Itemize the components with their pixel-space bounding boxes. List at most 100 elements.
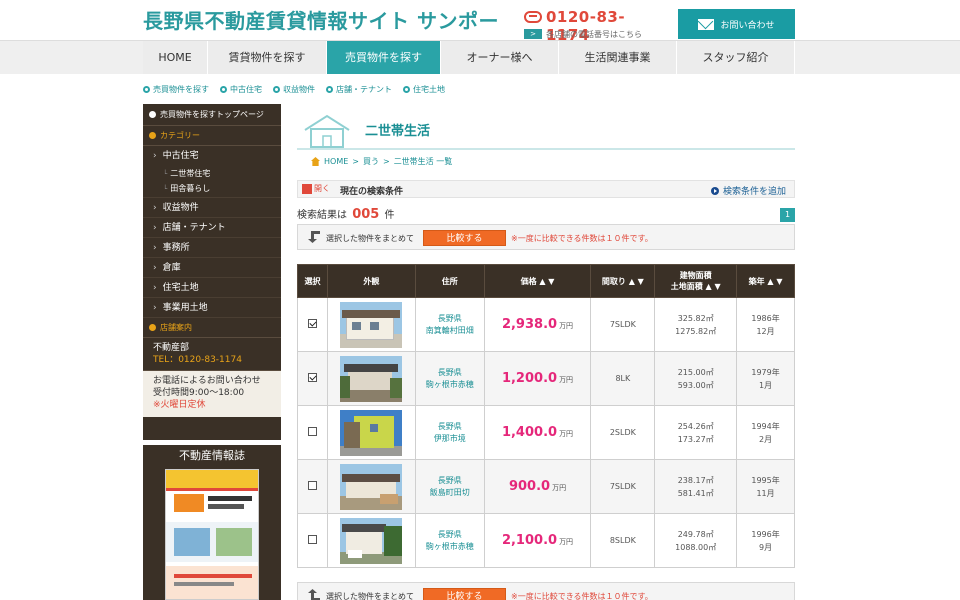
header-price-sort[interactable]: 価格 ▲ ▼ xyxy=(483,264,592,298)
row-checkbox[interactable] xyxy=(307,319,317,328)
subnav-sale[interactable]: 売買物件を探す xyxy=(143,83,209,95)
built-month: 12月 xyxy=(756,326,775,336)
property-photo[interactable] xyxy=(340,409,403,456)
nav-home[interactable]: HOME xyxy=(143,41,208,74)
building-area: 254.26㎡ xyxy=(677,421,714,431)
breadcrumb-home[interactable]: HOME xyxy=(324,157,348,166)
results-table: 選択 外観 住所 価格 ▲ ▼ 間取り ▲ ▼ 建物面積 土地面積 ▲ ▼ 築年… xyxy=(297,264,795,568)
sidebar-item-business-land[interactable]: 事業用土地 xyxy=(143,298,281,318)
header-address: 住所 xyxy=(414,264,485,298)
bullet-icon xyxy=(149,324,156,331)
search-condition-bar: 開く 現在の検索条件 検索条件を追加 xyxy=(297,180,795,198)
price-value: 2,100.0 xyxy=(501,533,558,548)
house-icon xyxy=(304,114,350,148)
address-city[interactable]: 南箕輪村田畑 xyxy=(416,325,484,337)
main-nav: HOME 賃貸物件を探す 売買物件を探す オーナー様へ 生活関連事業 スタッフ紹… xyxy=(0,40,960,74)
nav-life[interactable]: 生活関連事業 xyxy=(559,41,677,74)
sidebar-item-land[interactable]: 住宅土地 xyxy=(143,278,281,298)
address-city[interactable]: 駒ヶ根市赤穂 xyxy=(416,541,484,553)
address-city[interactable]: 駒ヶ根市赤穂 xyxy=(416,379,484,391)
built-month: 11月 xyxy=(756,488,775,498)
address-pref[interactable]: 長野県 xyxy=(416,529,484,541)
built-month: 9月 xyxy=(759,542,773,552)
address-city[interactable]: 飯島町田切 xyxy=(416,487,484,499)
land-area: 1275.82㎡ xyxy=(675,326,717,336)
header-select: 選択 xyxy=(297,264,328,298)
add-condition-link[interactable]: 検索条件を追加 xyxy=(710,184,786,197)
subnav-income[interactable]: 収益物件 xyxy=(273,83,315,95)
sidebar-item-income[interactable]: 収益物件 xyxy=(143,198,281,218)
row-checkbox[interactable] xyxy=(307,427,317,436)
arrow-right-icon xyxy=(710,186,719,195)
header-area-sort[interactable]: 建物面積 土地面積 ▲ ▼ xyxy=(654,264,738,298)
sidebar-item-warehouse[interactable]: 倉庫 xyxy=(143,258,281,278)
price-value: 900.0 xyxy=(508,479,551,494)
nav-staff[interactable]: スタッフ紹介 xyxy=(677,41,795,74)
arrow-down-icon xyxy=(308,231,320,243)
sidebar-item-shop[interactable]: 店舗・テナント xyxy=(143,218,281,238)
sidebar-top-link[interactable]: 売買物件を探すトップページ xyxy=(143,104,281,126)
home-icon xyxy=(311,157,320,166)
bullet-icon xyxy=(149,111,156,118)
header-year-sort[interactable]: 築年 ▲ ▼ xyxy=(736,264,795,298)
search-condition-label: 現在の検索条件 xyxy=(340,187,404,197)
compare-button[interactable]: 比較する xyxy=(423,588,506,600)
breadcrumb-current: 二世帯生活 一覧 xyxy=(393,157,453,166)
built-year: 1995年 xyxy=(751,475,780,485)
nav-owner[interactable]: オーナー様へ xyxy=(441,41,559,74)
property-photo[interactable] xyxy=(340,355,403,402)
open-search-button[interactable]: 開く xyxy=(302,183,330,194)
address-pref[interactable]: 長野県 xyxy=(416,421,484,433)
building-area: 215.00㎡ xyxy=(677,367,714,377)
land-area: 1088.00㎡ xyxy=(675,542,717,552)
built-year: 1986年 xyxy=(751,313,780,323)
compare-button[interactable]: 比較する xyxy=(423,230,506,246)
layout-value: 8LK xyxy=(590,351,656,406)
address-pref[interactable]: 長野県 xyxy=(416,313,484,325)
property-photo[interactable] xyxy=(340,517,403,564)
built-year: 1979年 xyxy=(751,367,780,377)
arrow-up-icon xyxy=(308,589,320,600)
sidebar-item-office[interactable]: 事務所 xyxy=(143,238,281,258)
nav-rental[interactable]: 賃貸物件を探す xyxy=(208,41,327,74)
property-photo[interactable] xyxy=(340,463,403,510)
magazine-cover-image[interactable] xyxy=(165,469,259,600)
sidebar-item-used-house[interactable]: 中古住宅 xyxy=(143,146,281,166)
subnav-land[interactable]: 住宅土地 xyxy=(403,83,445,95)
sidebar-subitem-two-gen[interactable]: 二世帯住宅 xyxy=(143,166,281,181)
table-row: 長野県 駒ヶ根市赤穂 2,100.0 万円 8SLDK 249.78㎡ 1088.00… xyxy=(297,513,795,568)
property-photo[interactable] xyxy=(340,301,403,348)
address-pref[interactable]: 長野県 xyxy=(416,475,484,487)
built-year: 1996年 xyxy=(751,529,780,539)
address-pref[interactable]: 長野県 xyxy=(416,367,484,379)
info-magazine-title: 不動産情報誌 xyxy=(179,449,245,462)
store-info[interactable]: 不動産部 TEL：0120-83-1174 xyxy=(143,338,281,371)
info-magazine-box: 不動産情報誌 xyxy=(143,445,281,600)
nav-sale[interactable]: 売買物件を探す xyxy=(327,41,441,74)
row-checkbox[interactable] xyxy=(307,373,317,382)
sub-nav: 売買物件を探す 中古住宅 収益物件 店舗・テナント 住宅土地 xyxy=(143,83,445,95)
inquiry-button[interactable]: お問い合わせ xyxy=(678,9,795,39)
subnav-shop[interactable]: 店舗・テナント xyxy=(326,83,392,95)
table-row: 長野県 飯島町田切 900.0 万円 7SLDK 238.17㎡ 581.41㎡ 19… xyxy=(297,459,795,514)
search-toggle-icon xyxy=(302,183,312,194)
sidebar-subitem-countryside[interactable]: 田舎暮らし xyxy=(143,181,281,198)
row-checkbox[interactable] xyxy=(307,535,317,544)
building-area: 238.17㎡ xyxy=(677,475,714,485)
row-checkbox[interactable] xyxy=(307,481,317,490)
pagination-page[interactable]: 1 xyxy=(780,208,795,222)
category-heading: カテゴリー xyxy=(143,126,281,146)
store-phone-link[interactable]: 各店舗の電話番号はこちら xyxy=(546,29,642,40)
free-dial-icon xyxy=(524,11,542,23)
subnav-used-house[interactable]: 中古住宅 xyxy=(220,83,262,95)
compare-note: ※一度に比較できる件数は１０件です。 xyxy=(511,592,653,600)
inquiry-label: お問い合わせ xyxy=(720,20,775,31)
site-logo-title[interactable]: 長野県不動産賃貸情報サイト サンポー xyxy=(143,5,499,34)
compare-note: ※一度に比較できる件数は１０件です。 xyxy=(511,234,653,243)
breadcrumb-buy[interactable]: 買う xyxy=(363,156,379,167)
site-header: 長野県不動産賃貸情報サイト サンポー 0120-83-1174 > 各店舗の電話… xyxy=(0,0,960,44)
header-layout-sort[interactable]: 間取り ▲ ▼ xyxy=(590,264,656,298)
layout-value: 7SLDK xyxy=(590,297,656,352)
address-city[interactable]: 伊那市境 xyxy=(416,433,484,445)
building-area: 325.82㎡ xyxy=(677,313,714,323)
